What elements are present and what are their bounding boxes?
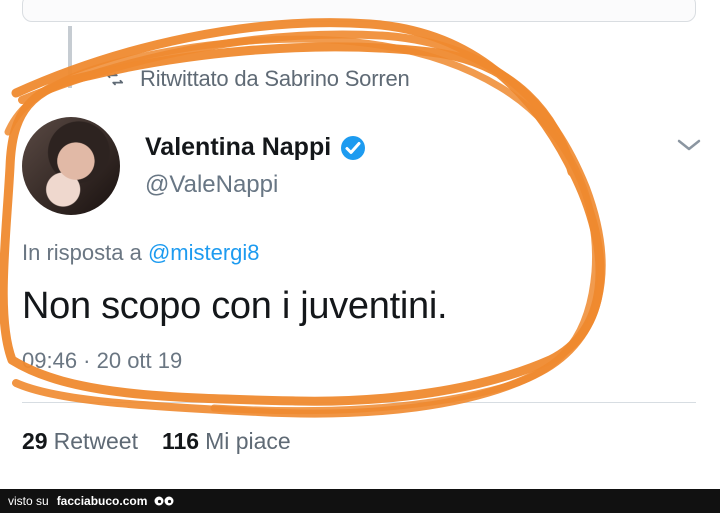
stats-row: 29 Retweet 116 Mi piace [22, 428, 291, 455]
reply-prefix: In risposta a [22, 240, 148, 265]
top-card [22, 0, 696, 22]
reply-row: In risposta a @mistergi8 [22, 240, 260, 266]
avatar[interactable] [22, 117, 120, 215]
stats-divider [22, 402, 696, 403]
retweets-label: Retweet [53, 428, 138, 454]
footer-prefix: visto su [8, 494, 49, 508]
reply-mention-link[interactable]: @mistergi8 [148, 240, 260, 265]
user-handle[interactable]: @ValeNappi [145, 171, 278, 199]
thread-line [68, 26, 72, 88]
face-icon [154, 496, 174, 506]
footer-strip: visto su facciabuco.com [0, 489, 720, 513]
verified-icon [341, 135, 366, 160]
tweet-meta[interactable]: 09:46 · 20 ott 19 [22, 348, 182, 374]
retweet-icon [106, 72, 124, 86]
retweets-count: 29 [22, 428, 48, 454]
likes-label: Mi piace [205, 428, 291, 454]
footer-brand: facciabuco.com [56, 494, 148, 508]
retweets-stat[interactable]: 29 Retweet [22, 428, 138, 455]
name-row: Valentina Nappi [145, 133, 367, 162]
chevron-down-icon[interactable] [676, 138, 702, 153]
tweet-text: Non scopo con i juventini. [22, 285, 448, 327]
display-name[interactable]: Valentina Nappi [145, 133, 331, 162]
retweet-row: Ritwittato da Sabrino Sorren [104, 66, 410, 92]
likes-count: 116 [161, 428, 200, 454]
likes-stat[interactable]: 116 Mi piace [162, 428, 291, 455]
retweet-label: Ritwittato da Sabrino Sorren [140, 66, 410, 91]
